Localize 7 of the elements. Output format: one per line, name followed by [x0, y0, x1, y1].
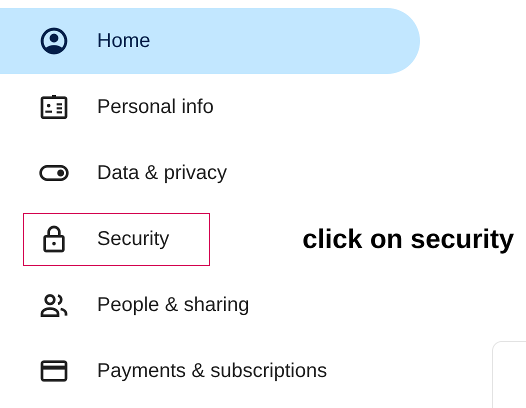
nav-item[interactable]: Home: [0, 8, 420, 74]
nav-item[interactable]: Payments & subscriptions: [0, 338, 352, 404]
nav-item[interactable]: Security: [23, 212, 210, 266]
nav-item[interactable]: Personal info: [0, 74, 238, 140]
nav-item[interactable]: People & sharing: [0, 272, 274, 338]
annotation-text: click on security: [302, 222, 514, 256]
nav-item[interactable]: Data & privacy: [0, 140, 252, 206]
